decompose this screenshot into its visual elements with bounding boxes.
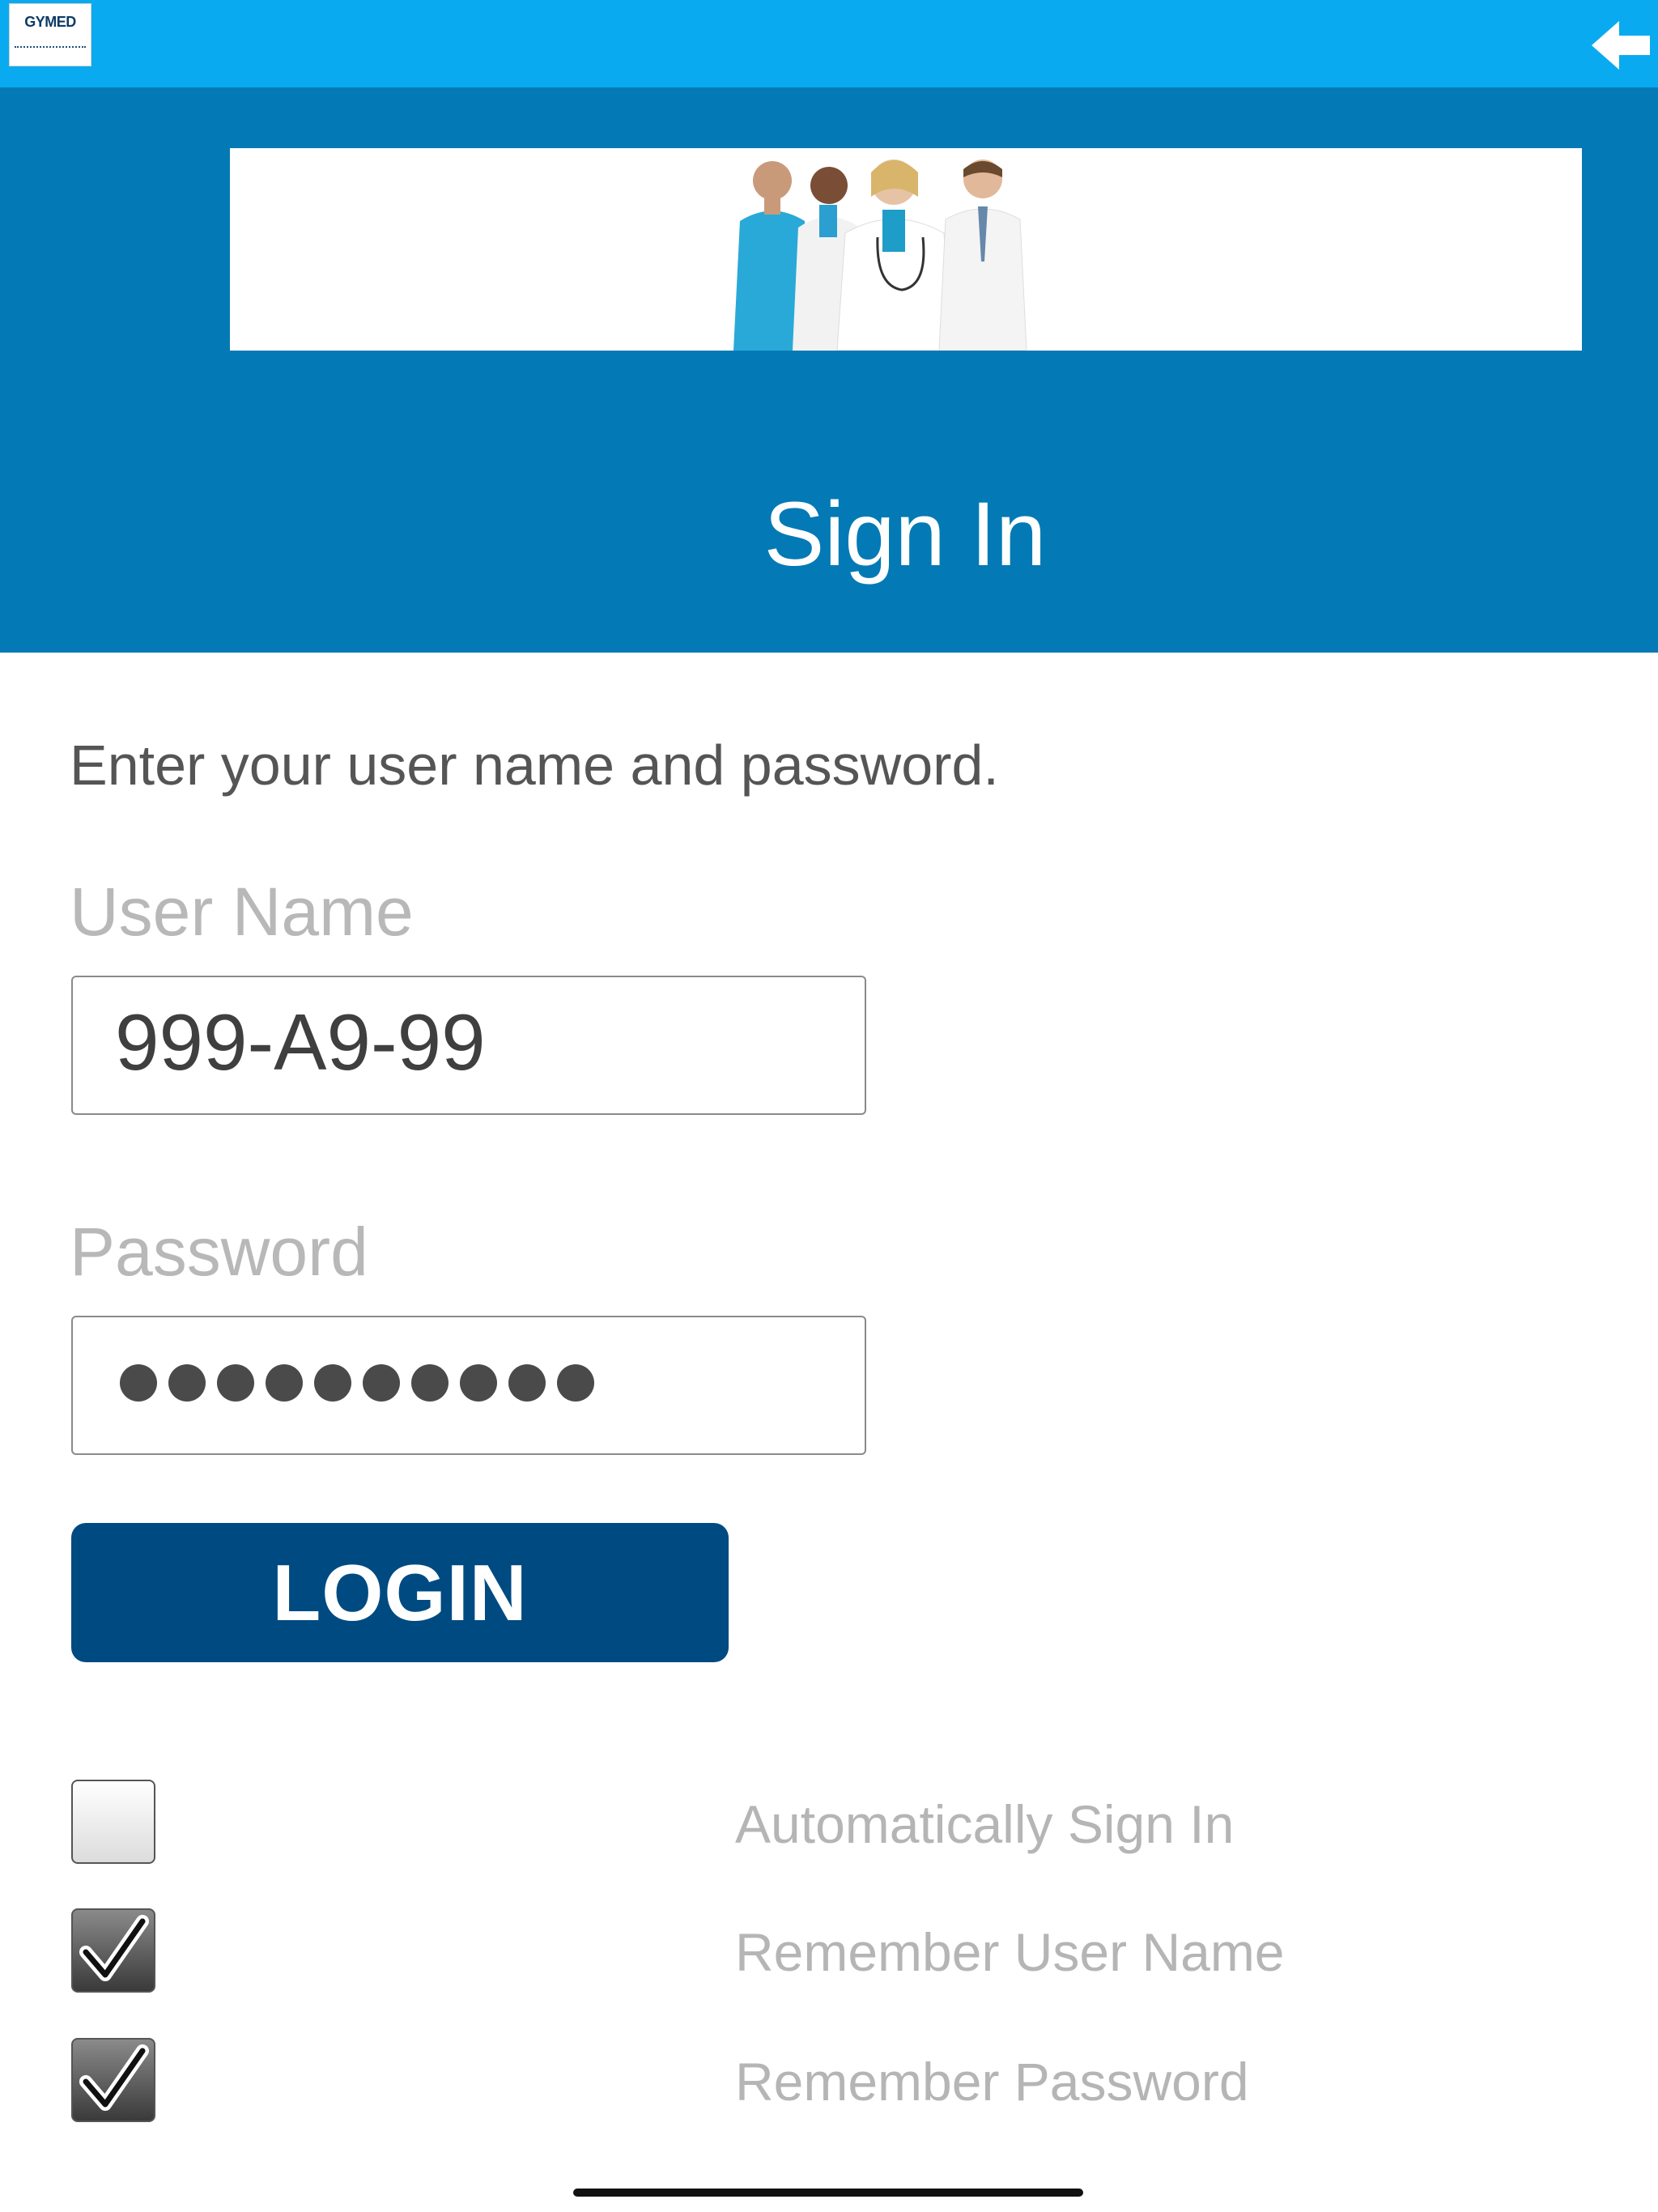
banner-image: [230, 148, 1582, 351]
auto-sign-in-checkbox[interactable]: [71, 1780, 155, 1864]
username-value: 999-A9-99: [115, 998, 486, 1087]
password-dot: [460, 1364, 497, 1402]
password-mask: [120, 1364, 594, 1402]
password-dot: [168, 1364, 206, 1402]
remember-username-label: Remember User Name: [735, 1922, 1285, 1982]
home-indicator[interactable]: [573, 2189, 1083, 2197]
remember-username-checkbox[interactable]: [71, 1908, 155, 1993]
back-button[interactable]: [1590, 18, 1655, 73]
remember-password-checkbox[interactable]: [71, 2038, 155, 2122]
app-logo: GYMED: [9, 3, 91, 66]
password-label: Password: [70, 1214, 368, 1290]
username-label: User Name: [70, 874, 414, 950]
checkmark-icon: [79, 2044, 149, 2111]
arrow-left-icon: [1592, 21, 1650, 70]
password-dot: [508, 1364, 546, 1402]
password-dot: [363, 1364, 400, 1402]
page-title: Sign In: [763, 483, 1047, 585]
top-bar: GYMED: [0, 0, 1658, 87]
auto-sign-in-label: Automatically Sign In: [735, 1794, 1235, 1854]
password-dot: [217, 1364, 254, 1402]
instructions-text: Enter your user name and password.: [70, 734, 999, 797]
doctors-illustration: [733, 160, 1027, 351]
logo-text: GYMED: [24, 14, 76, 30]
password-input[interactable]: [71, 1316, 866, 1455]
remember-password-label: Remember Password: [735, 2052, 1249, 2112]
login-button[interactable]: LOGIN: [71, 1523, 729, 1662]
checkmark-icon: [79, 1915, 149, 1981]
password-dot: [266, 1364, 303, 1402]
password-dot: [557, 1364, 594, 1402]
password-dot: [120, 1364, 157, 1402]
password-dot: [411, 1364, 449, 1402]
password-dot: [314, 1364, 351, 1402]
logo-subtitle-decoration: [15, 46, 86, 53]
username-input[interactable]: 999-A9-99: [71, 976, 866, 1115]
